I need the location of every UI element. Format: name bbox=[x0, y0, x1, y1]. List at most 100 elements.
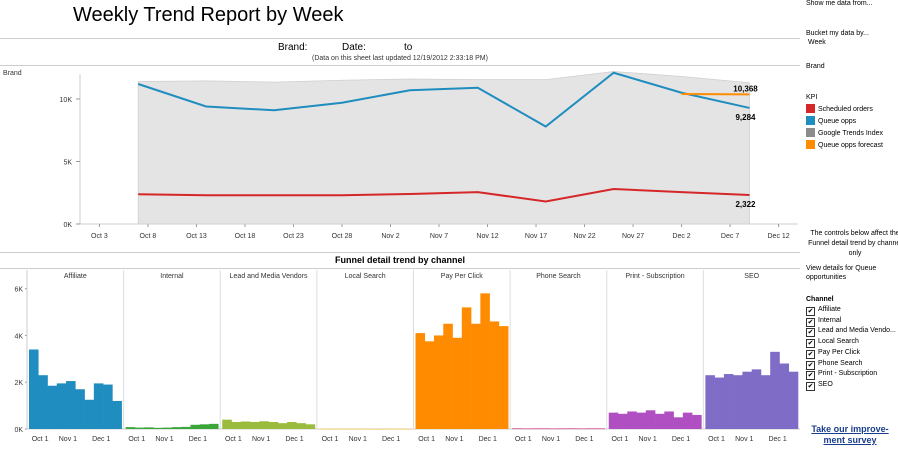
bar bbox=[567, 428, 578, 430]
channel-checkbox-item[interactable]: ✔ Affiliate bbox=[806, 306, 841, 316]
bar bbox=[231, 421, 242, 429]
bucket-select[interactable]: Week bbox=[808, 39, 826, 46]
bar bbox=[84, 399, 95, 429]
bar bbox=[103, 384, 113, 429]
bar bbox=[673, 417, 684, 429]
channel-checkbox-item[interactable]: ✔ Local Search bbox=[806, 338, 859, 349]
x-tick-label: Nov 1 bbox=[252, 436, 270, 443]
x-tick-label: Nov 1 bbox=[445, 436, 463, 443]
bar bbox=[434, 335, 444, 429]
bar bbox=[365, 428, 375, 430]
bar bbox=[558, 428, 568, 430]
bar bbox=[171, 427, 182, 429]
view-details-label[interactable]: View details for Queue opportunities bbox=[806, 264, 896, 282]
bar bbox=[296, 423, 306, 429]
x-tick-label: Dec 1 bbox=[575, 436, 593, 443]
legend-label: Scheduled orders bbox=[818, 106, 873, 113]
bar bbox=[751, 369, 762, 429]
bar bbox=[618, 413, 628, 429]
legend-label: Queue opps bbox=[818, 118, 857, 125]
x-tick-label: Nov 1 bbox=[155, 436, 173, 443]
x-tick-label: Nov 27 bbox=[622, 233, 644, 240]
bar bbox=[723, 374, 734, 429]
panel-header: Print - Subscription bbox=[625, 273, 684, 280]
checkbox[interactable]: ✔ bbox=[806, 371, 815, 381]
legend-label: Google Trends Index bbox=[818, 130, 883, 137]
bar bbox=[305, 424, 316, 429]
channel-label: Internal bbox=[818, 316, 842, 324]
panel-header: Pay Per Click bbox=[441, 273, 484, 280]
kpi-legend-item[interactable]: Queue opps bbox=[806, 116, 856, 125]
x-tick-label: Dec 1 bbox=[382, 436, 400, 443]
channel-label: Lead and Media Vendo... bbox=[818, 327, 896, 335]
brand-filter-label[interactable]: Brand: bbox=[278, 42, 307, 53]
bar bbox=[664, 411, 674, 429]
legend-label: Queue opps forecast bbox=[818, 142, 883, 149]
channel-label: Phone Search bbox=[818, 359, 863, 367]
channel-checkbox-item[interactable]: ✔ Lead and Media Vendo... bbox=[806, 327, 896, 338]
bar bbox=[424, 341, 435, 429]
x-tick-label: Dec 1 bbox=[285, 436, 303, 443]
channel-checkbox-item[interactable]: ✔ Phone Search bbox=[806, 360, 862, 370]
kpi-legend-title: KPI bbox=[806, 94, 818, 101]
funnel-channel-chart: 0K 2K 4K 6K Affiliate Oct 1 Nov 1 Dec 1 Internal… bbox=[14, 270, 800, 443]
channel-label: SEO bbox=[818, 380, 833, 388]
kpi-legend-item[interactable]: Google Trends Index bbox=[806, 128, 883, 137]
checkbox[interactable]: ✔ bbox=[806, 349, 815, 359]
channel-checkbox-item[interactable]: ✔ Pay Per Click bbox=[806, 349, 860, 359]
bar bbox=[489, 321, 500, 429]
bar bbox=[181, 426, 191, 429]
bar bbox=[250, 421, 260, 429]
channel-checkbox-item[interactable]: ✔ SEO bbox=[806, 381, 833, 391]
bar bbox=[480, 293, 490, 429]
x-tick-label: Oct 3 bbox=[91, 233, 108, 240]
bar bbox=[134, 427, 145, 429]
show-me-data-label[interactable]: Show me data from... bbox=[806, 0, 873, 7]
bar bbox=[539, 428, 550, 430]
channel-checkbox-item[interactable]: ✔ Internal bbox=[806, 317, 841, 327]
bar bbox=[346, 428, 357, 430]
survey-link[interactable]: Take our improve-ment survey bbox=[810, 424, 890, 446]
bar bbox=[56, 383, 67, 429]
checkbox[interactable]: ✔ bbox=[806, 339, 815, 349]
bar bbox=[47, 385, 58, 429]
y-tick-label: 4K bbox=[14, 333, 23, 340]
bar bbox=[337, 428, 347, 430]
x-tick-label: Oct 1 bbox=[708, 436, 725, 443]
checkbox[interactable]: ✔ bbox=[806, 360, 815, 370]
kpi-legend-item[interactable]: Queue opps forecast bbox=[806, 140, 883, 149]
channel-filter-title: Channel bbox=[806, 296, 834, 303]
bar bbox=[66, 381, 76, 429]
bar bbox=[770, 351, 780, 429]
checkbox[interactable]: ✔ bbox=[806, 328, 815, 338]
controls-note: The controls below affect the Funnel det… bbox=[808, 230, 898, 257]
channel-label: Pay Per Click bbox=[818, 348, 861, 356]
right-panel: Show me data from... Bucket my data by..… bbox=[806, 0, 898, 449]
checkbox[interactable]: ✔ bbox=[806, 317, 815, 327]
panel-header: SEO bbox=[744, 273, 759, 280]
kpi-trend-chart: Brand 0K 5K 10K Oct 3 Oct 8 Oct 13 Oct 18 Oct 2… bbox=[3, 70, 798, 240]
x-tick-label: Oct 23 bbox=[283, 233, 304, 240]
bar bbox=[636, 412, 647, 429]
bar bbox=[268, 421, 279, 429]
bar bbox=[144, 427, 154, 429]
brand-filter-title[interactable]: Brand bbox=[806, 63, 825, 70]
x-tick-label: Nov 22 bbox=[573, 233, 595, 240]
kpi-legend-item[interactable]: Scheduled orders bbox=[806, 104, 873, 113]
bar bbox=[576, 428, 587, 430]
channel-label: Affiliate bbox=[818, 306, 841, 313]
x-tick-label: Nov 7 bbox=[430, 233, 448, 240]
y-tick-label: 0K bbox=[14, 427, 23, 434]
bar bbox=[760, 375, 771, 429]
panel-header: Phone Search bbox=[536, 273, 580, 280]
bar bbox=[29, 349, 39, 429]
checkbox[interactable]: ✔ bbox=[806, 381, 815, 391]
channel-checkbox-item[interactable]: ✔ Print - Subscription bbox=[806, 370, 877, 381]
bar bbox=[208, 423, 219, 429]
data-label: 10,368 bbox=[733, 84, 758, 93]
data-label: 9,284 bbox=[735, 113, 756, 122]
checkbox[interactable]: ✔ bbox=[806, 307, 815, 316]
bar bbox=[125, 427, 136, 429]
x-tick-label: Nov 1 bbox=[542, 436, 560, 443]
date-filter-label[interactable]: Date: bbox=[342, 42, 366, 53]
